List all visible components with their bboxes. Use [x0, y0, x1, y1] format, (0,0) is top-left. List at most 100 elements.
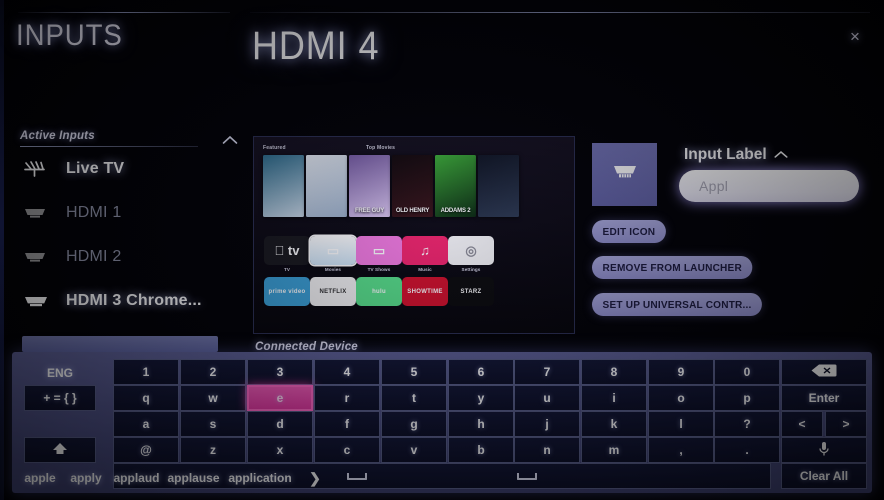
key-z[interactable]: z — [180, 437, 246, 463]
key-@[interactable]: @ — [113, 437, 179, 463]
suggestion-apply[interactable]: apply — [62, 466, 110, 490]
sidebar-item-hdmi-1[interactable]: HDMI 1 — [0, 191, 240, 235]
key-j[interactable]: j — [514, 411, 580, 437]
key-c[interactable]: c — [314, 437, 380, 463]
key-9[interactable]: 9 — [648, 359, 714, 385]
preview-app-label: Music — [418, 267, 432, 272]
sidebar-item-hdmi-2[interactable]: HDMI 2 — [0, 235, 240, 279]
key-mic[interactable] — [781, 437, 867, 463]
sidebar-section-header: Active Inputs — [20, 130, 238, 147]
preview-app-glyph: ♫ — [420, 243, 430, 258]
preview-app-glyph: ▭ — [372, 243, 386, 258]
key-label: > — [842, 417, 850, 431]
key-label: y — [477, 391, 485, 405]
key-clear-all[interactable]: Clear All — [781, 463, 867, 489]
sidebar: Active Inputs Live TV HDMI 1 HDMI 2 HDMI… — [0, 130, 240, 323]
key-arrow-right[interactable]: > — [825, 411, 867, 437]
key-0[interactable]: 0 — [714, 359, 780, 385]
key-n[interactable]: n — [514, 437, 580, 463]
key-u[interactable]: u — [514, 385, 580, 411]
suggestion-applause[interactable]: applause — [163, 466, 224, 490]
chevron-up-icon[interactable] — [222, 135, 238, 145]
edit-icon-button[interactable]: EDIT ICON — [592, 220, 666, 243]
key-arrow-left[interactable]: < — [781, 411, 823, 437]
remove-from-launcher-button[interactable]: REMOVE FROM LAUNCHER — [592, 256, 753, 279]
key-y[interactable]: y — [448, 385, 514, 411]
hdmi-icon — [610, 164, 640, 186]
input-icon-tile[interactable] — [592, 143, 657, 206]
key-label: b — [477, 443, 485, 457]
antenna-icon — [22, 160, 66, 178]
key-label: 9 — [677, 365, 685, 379]
key-v[interactable]: v — [381, 437, 447, 463]
key-label: < — [798, 417, 806, 431]
key-5[interactable]: 5 — [381, 359, 447, 385]
input-label-field-wrapper: Appl — [675, 166, 863, 206]
key-l[interactable]: l — [648, 411, 714, 437]
input-label-header[interactable]: Input Label — [684, 146, 788, 164]
key-label: g — [410, 417, 418, 431]
key-o[interactable]: o — [648, 385, 714, 411]
key-g[interactable]: g — [381, 411, 447, 437]
key-1[interactable]: 1 — [113, 359, 179, 385]
key-label: 8 — [610, 365, 618, 379]
chevron-up-icon[interactable] — [774, 146, 788, 164]
input-label-field[interactable]: Appl — [679, 170, 859, 202]
preview-app-tile: ◎ — [448, 236, 494, 265]
backspace-icon — [811, 364, 837, 380]
suggestion-apple[interactable]: apple — [18, 466, 62, 490]
key-symbols[interactable]: + = { } — [24, 385, 96, 411]
sidebar-item-selected-highlight[interactable] — [22, 336, 218, 352]
key-i[interactable]: i — [581, 385, 647, 411]
key-label: a — [142, 417, 150, 431]
key-8[interactable]: 8 — [581, 359, 647, 385]
key-label: t — [412, 391, 416, 405]
key-m[interactable]: m — [581, 437, 647, 463]
suggestion-applaud[interactable]: applaud — [110, 466, 163, 490]
key-label: o — [677, 391, 685, 405]
key-w[interactable]: w — [180, 385, 246, 411]
sidebar-item-live-tv[interactable]: Live TV — [0, 147, 240, 191]
preview-top-movies-label: Top Movies — [366, 145, 396, 151]
key-label: r — [344, 391, 350, 405]
close-icon[interactable]: × — [844, 26, 866, 48]
key-?[interactable]: ? — [714, 411, 780, 437]
key-b[interactable]: b — [448, 437, 514, 463]
key-6[interactable]: 6 — [448, 359, 514, 385]
key-label: , — [679, 443, 683, 457]
set-up-universal-control-button[interactable]: SET UP UNIVERSAL CONTR... — [592, 293, 763, 316]
key-4[interactable]: 4 — [314, 359, 380, 385]
key-h[interactable]: h — [448, 411, 514, 437]
key-backspace[interactable] — [781, 359, 867, 385]
key-t[interactable]: t — [381, 385, 447, 411]
key-s[interactable]: s — [180, 411, 246, 437]
key-f[interactable]: f — [314, 411, 380, 437]
key-p[interactable]: p — [714, 385, 780, 411]
key-a[interactable]: a — [113, 411, 179, 437]
keyboard-language-label[interactable]: ENG — [24, 362, 96, 384]
sidebar-item-hdmi-3[interactable]: HDMI 3 Chrome... — [0, 279, 240, 323]
key-label: u — [543, 391, 551, 405]
suggestion-application[interactable]: application — [224, 466, 296, 490]
suggestions-more-icon[interactable]: ❯ — [303, 466, 327, 490]
key-enter[interactable]: Enter — [781, 385, 867, 411]
key-k[interactable]: k — [581, 411, 647, 437]
preview-app-tile: ▭ — [356, 236, 402, 265]
key-d[interactable]: d — [247, 411, 313, 437]
key-3[interactable]: 3 — [247, 359, 313, 385]
key-7[interactable]: 7 — [514, 359, 580, 385]
key-2[interactable]: 2 — [180, 359, 246, 385]
preview-app-label: SHOWTIME — [407, 288, 443, 295]
key-x[interactable]: x — [247, 437, 313, 463]
key-label: Enter — [808, 391, 840, 405]
key-q[interactable]: q — [113, 385, 179, 411]
connected-device-preview: Featured Top Movies FREE GUY OLD HENRY ADD… — [253, 136, 575, 334]
key-shift[interactable] — [24, 437, 96, 463]
sidebar-item-label: HDMI 2 — [66, 248, 122, 265]
key-label: j — [545, 417, 549, 431]
key-label: 1 — [142, 365, 150, 379]
key-e[interactable]: e — [247, 385, 313, 411]
key-.[interactable]: . — [714, 437, 780, 463]
key-,[interactable]: , — [648, 437, 714, 463]
key-r[interactable]: r — [314, 385, 380, 411]
